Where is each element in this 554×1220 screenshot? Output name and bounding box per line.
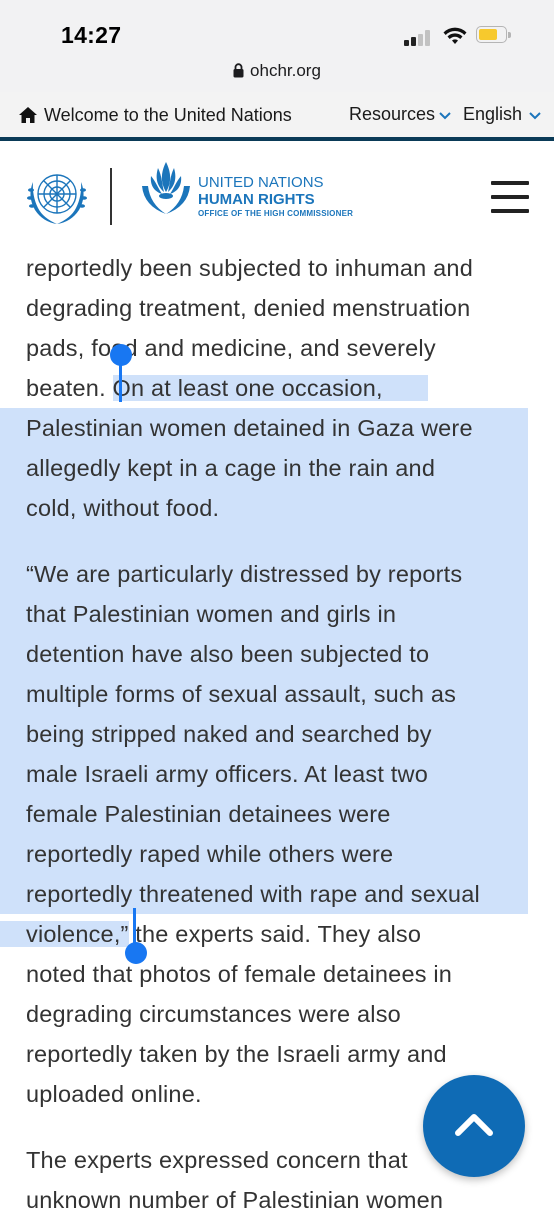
battery-icon	[476, 26, 511, 45]
chevron-down-icon[interactable]	[439, 112, 451, 120]
chevron-down-icon[interactable]	[529, 112, 541, 120]
selected-text: male Israeli army officers. At least two	[0, 754, 528, 794]
un-top-nav: Welcome to the United Nations Resources …	[0, 92, 554, 141]
selected-text: allegedly kept in a cage in the rain and	[0, 448, 528, 488]
lock-icon	[233, 63, 244, 78]
wifi-icon	[443, 27, 467, 44]
selected-text: On at least one occasion,	[112, 375, 428, 401]
resources-dropdown[interactable]: Resources	[349, 104, 435, 125]
selected-text: Palestinian women detained in Gaza were	[0, 408, 528, 448]
selected-text: “We are particularly distressed by repor…	[0, 554, 528, 594]
un-emblem-logo[interactable]	[25, 166, 89, 228]
address-bar[interactable]: ohchr.org	[0, 58, 554, 86]
chevron-up-icon	[455, 1114, 493, 1136]
text-line: violence,” the experts said. They also	[0, 914, 536, 954]
text-line: noted that photos of female detainees in	[26, 961, 453, 987]
paragraph-2: “We are particularly distressed by repor…	[0, 554, 536, 1114]
selected-text: reportedly threatened with rape and sexu…	[0, 874, 528, 914]
selection-gap	[0, 528, 528, 554]
ohchr-wordmark[interactable]: UNITED NATIONS HUMAN RIGHTS OFFICE OF TH…	[198, 174, 353, 220]
selected-text: detention have also been subjected to	[0, 634, 528, 674]
cellular-signal-icon	[404, 30, 434, 46]
text-line: pads, food and medicine, and severely	[26, 335, 436, 361]
text-line: reportedly been subjected to inhuman and	[26, 255, 473, 281]
text-line: unknown number of Palestinian women	[26, 1187, 444, 1213]
ohchr-flame-logo[interactable]	[138, 160, 194, 222]
selected-text: multiple forms of sexual assault, such a…	[0, 674, 528, 714]
selected-text: violence,”	[0, 921, 129, 947]
article-body: reportedly been subjected to inhuman and…	[0, 248, 536, 1220]
text-span: the experts said. They also	[128, 921, 422, 947]
text-line: reportedly taken by the Israeli army and	[26, 1041, 447, 1067]
status-time: 14:27	[61, 22, 122, 48]
text-line: beaten. On at least one occasion,	[26, 368, 536, 408]
org-name-line1: UNITED NATIONS	[198, 174, 324, 191]
logo-divider	[110, 168, 112, 225]
selection-start-stem[interactable]	[119, 360, 122, 402]
selected-text: female Palestinian detainees were	[0, 794, 528, 834]
scroll-to-top-button[interactable]	[423, 1075, 525, 1177]
selected-text: cold, without food.	[0, 488, 528, 528]
org-name-line2: HUMAN RIGHTS	[198, 191, 315, 208]
selected-text: being stripped naked and searched by	[0, 714, 528, 754]
text-span: beaten.	[26, 375, 113, 401]
language-dropdown[interactable]: English	[463, 104, 522, 125]
home-icon[interactable]	[18, 106, 38, 124]
selection-end-handle[interactable]	[125, 942, 147, 964]
paragraph-1: reportedly been subjected to inhuman and…	[0, 248, 536, 528]
welcome-link[interactable]: Welcome to the United Nations	[44, 105, 292, 126]
selected-text: that Palestinian women and girls in	[0, 594, 528, 634]
url-text: ohchr.org	[250, 61, 321, 80]
browser-chrome: 14:27 ohchr.org	[0, 0, 554, 92]
hamburger-menu-icon[interactable]	[491, 181, 529, 213]
site-header: UNITED NATIONS HUMAN RIGHTS OFFICE OF TH…	[0, 141, 554, 251]
text-line: degrading treatment, denied menstruation	[26, 295, 471, 321]
text-line: degrading circumstances were also	[26, 1001, 401, 1027]
org-name-line3: OFFICE OF THE HIGH COMMISSIONER	[198, 209, 354, 218]
selected-text: reportedly raped while others were	[0, 834, 528, 874]
